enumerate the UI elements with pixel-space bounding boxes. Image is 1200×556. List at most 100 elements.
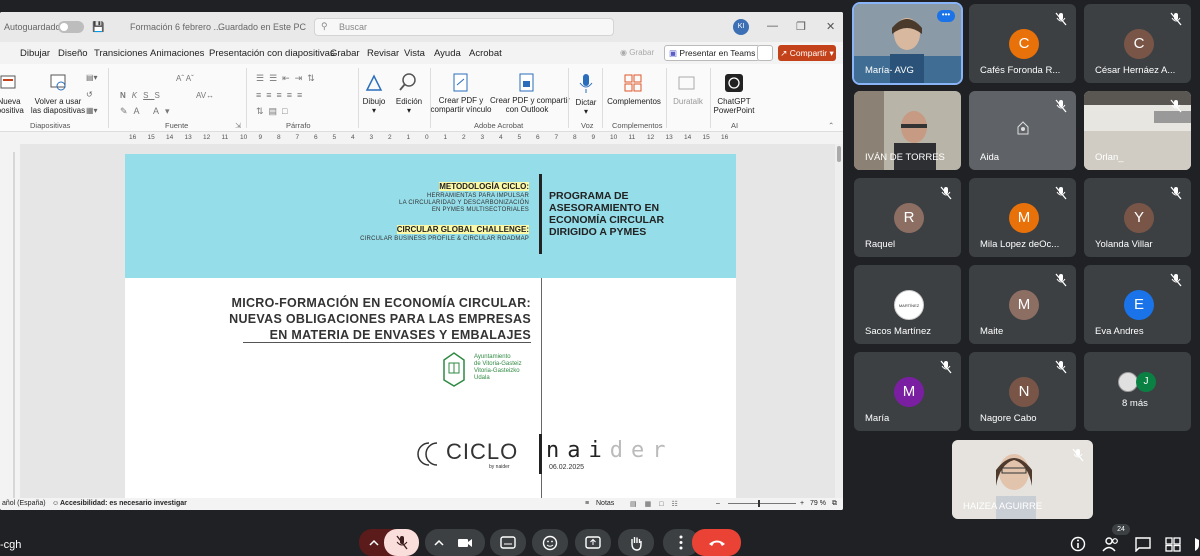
reactions-button[interactable] bbox=[532, 529, 568, 556]
section-icon[interactable]: ▦▾ bbox=[86, 106, 98, 115]
duratalk-icon[interactable] bbox=[678, 75, 696, 91]
save-icon[interactable]: 💾 bbox=[92, 22, 104, 33]
drawing-button[interactable]: Dibujo ▾ bbox=[358, 97, 390, 115]
menu-item-dibujar[interactable]: Dibujar bbox=[20, 48, 50, 59]
align-icons[interactable]: ≡≡≡≡≡ bbox=[256, 90, 307, 100]
participant-tile[interactable]: MARTÍNEZ Sacos Martínez bbox=[854, 265, 961, 344]
share-button[interactable]: ↗ Compartir ▾ bbox=[778, 45, 836, 61]
reuse-slides-button[interactable]: Volver a usar las diapositivas bbox=[30, 97, 86, 115]
font-name-box[interactable] bbox=[120, 74, 220, 75]
participant-tile[interactable]: Y Yolanda Villar bbox=[1084, 178, 1191, 257]
vertical-scrollbar[interactable] bbox=[835, 144, 843, 502]
language-status[interactable]: añol (España) bbox=[2, 500, 46, 507]
duratalk-button[interactable]: Duratalk bbox=[668, 97, 708, 106]
menu-item-revisar[interactable]: Revisar bbox=[367, 48, 399, 59]
participant-tile[interactable]: M María bbox=[854, 352, 961, 431]
participant-tile[interactable]: R Raquel bbox=[854, 178, 961, 257]
view-mode-icons[interactable]: ▤▦□☷ bbox=[630, 500, 686, 508]
menu-item-vista[interactable]: Vista bbox=[404, 48, 425, 59]
participant-tile[interactable]: Orlan_ bbox=[1084, 91, 1191, 170]
microphone-icon[interactable] bbox=[578, 73, 594, 95]
restore-icon[interactable]: ❐ bbox=[796, 20, 806, 33]
dictate-button[interactable]: Dictar ▾ bbox=[572, 98, 600, 116]
autosave-toggle[interactable] bbox=[58, 21, 84, 33]
user-avatar[interactable]: KI bbox=[733, 19, 749, 35]
comments-icon[interactable] bbox=[757, 45, 773, 61]
leave-call-button[interactable] bbox=[692, 529, 741, 556]
raise-hand-button[interactable] bbox=[618, 529, 654, 556]
new-slide-icon[interactable] bbox=[0, 74, 18, 90]
create-pdf-outlook-button[interactable]: Crear PDF y compartir con Outlook bbox=[490, 96, 570, 114]
zoom-out-icon[interactable]: – bbox=[716, 500, 720, 507]
menu-item-animaciones[interactable]: Animaciones bbox=[150, 48, 204, 59]
participant-tile[interactable]: C Cafés Foronda R... bbox=[969, 4, 1076, 83]
pdf-link-icon[interactable] bbox=[452, 73, 470, 93]
collapse-ribbon-icon[interactable]: ⌃ bbox=[828, 121, 834, 130]
pdf-outlook-icon[interactable] bbox=[518, 73, 536, 93]
scroll-thumb[interactable] bbox=[837, 146, 841, 162]
create-pdf-link-button[interactable]: Crear PDF y compartir vínculo bbox=[430, 96, 492, 114]
chevron-up-icon[interactable] bbox=[433, 537, 445, 549]
editing-button[interactable]: Edición ▾ bbox=[392, 97, 426, 115]
font-color-icons[interactable]: ✎A A▾ bbox=[120, 106, 176, 117]
layout-icon[interactable]: ▤▾ bbox=[86, 73, 98, 82]
new-slide-button[interactable]: Nueva diapositiva bbox=[0, 97, 24, 115]
city-council-line-1: Ayuntamiento bbox=[474, 354, 511, 360]
participant-tile[interactable]: M Mila Lopez deOc... bbox=[969, 178, 1076, 257]
host-controls-icon[interactable] bbox=[1190, 537, 1200, 552]
more-participants-tile[interactable]: J 8 más bbox=[1084, 352, 1191, 431]
zoom-in-icon[interactable]: + bbox=[800, 500, 804, 507]
zoom-slider[interactable] bbox=[728, 503, 796, 504]
menu-item-ayuda[interactable]: Ayuda bbox=[434, 48, 461, 59]
menu-item-transiciones[interactable]: Transiciones bbox=[94, 48, 148, 59]
slide[interactable]: METODOLOGÍA CICLO: HERRAMIENTAS PARA IMP… bbox=[125, 154, 736, 499]
close-icon[interactable]: ✕ bbox=[826, 20, 835, 33]
mic-toggle-button[interactable] bbox=[384, 529, 419, 556]
menu-item-grabar[interactable]: Grabar bbox=[330, 48, 360, 59]
reset-icon[interactable]: ↺ bbox=[86, 90, 93, 99]
camera-icon[interactable] bbox=[457, 537, 473, 549]
menu-item-acrobat[interactable]: Acrobat bbox=[469, 48, 502, 59]
captions-button[interactable] bbox=[490, 529, 526, 556]
zoom-level[interactable]: 79 % bbox=[810, 500, 826, 507]
notes-button[interactable]: Notas bbox=[596, 500, 614, 507]
text-direction-icons[interactable]: ⇅▤□ bbox=[256, 106, 292, 117]
chat-icon[interactable] bbox=[1135, 537, 1151, 552]
present-button[interactable] bbox=[575, 529, 611, 556]
minimize-icon[interactable]: — bbox=[767, 20, 778, 32]
participant-tile[interactable]: IVÁN DE TORRES bbox=[854, 91, 961, 170]
participant-tile[interactable]: E Eva Andres bbox=[1084, 265, 1191, 344]
more-participants-label: 8 más bbox=[1122, 398, 1148, 409]
participant-tile[interactable]: C César Hernáez A... bbox=[1084, 4, 1191, 83]
more-options-icon[interactable]: ••• bbox=[937, 10, 955, 22]
accessibility-status[interactable]: Accesibilidad: es necesario investigar bbox=[60, 500, 187, 507]
chatgpt-icon[interactable] bbox=[725, 74, 743, 92]
self-view-tile[interactable]: HAIZEA AGUIRRE bbox=[952, 440, 1093, 519]
participant-tile[interactable]: Aida bbox=[969, 91, 1076, 170]
participant-tile[interactable]: N Nagore Cabo bbox=[969, 352, 1076, 431]
record-button[interactable]: ◉ Grabar bbox=[620, 48, 654, 57]
chevron-up-icon[interactable] bbox=[368, 537, 380, 549]
list-icons[interactable]: ☰☰⇤⇥⇅ bbox=[256, 73, 320, 84]
present-in-teams-button[interactable]: ▣ Presentar en Teams bbox=[664, 45, 761, 61]
menu-item-diseno[interactable]: Diseño bbox=[58, 48, 88, 59]
addins-button[interactable]: Complementos bbox=[604, 97, 664, 106]
font-dialog-launcher-icon[interactable]: ⇲ bbox=[235, 121, 241, 130]
participant-tile[interactable]: ••• María- AVG bbox=[852, 2, 963, 85]
activities-icon[interactable] bbox=[1165, 537, 1181, 552]
addins-icon[interactable] bbox=[624, 74, 644, 92]
magnifier-icon[interactable] bbox=[398, 72, 418, 92]
menu-item-presentacion[interactable]: Presentación con diapositivas bbox=[209, 48, 335, 59]
search-input[interactable]: ⚲ Buscar bbox=[314, 18, 614, 36]
char-spacing-icon[interactable]: AV↔ bbox=[196, 91, 214, 100]
font-size-up-icon[interactable]: Aˆ Aˇ bbox=[176, 74, 194, 83]
participant-tile[interactable]: M Maite bbox=[969, 265, 1076, 344]
drawing-icon[interactable] bbox=[364, 73, 384, 93]
reuse-slides-icon[interactable] bbox=[50, 74, 68, 92]
people-icon[interactable] bbox=[1102, 536, 1120, 552]
font-format-icons[interactable]: NKSS bbox=[120, 91, 166, 100]
info-icon[interactable] bbox=[1070, 536, 1086, 552]
zoom-slider-knob[interactable] bbox=[758, 500, 760, 507]
fit-slide-icon[interactable]: ⧉ bbox=[832, 500, 837, 508]
chatgpt-button[interactable]: ChatGPT PowerPoint bbox=[710, 97, 758, 115]
